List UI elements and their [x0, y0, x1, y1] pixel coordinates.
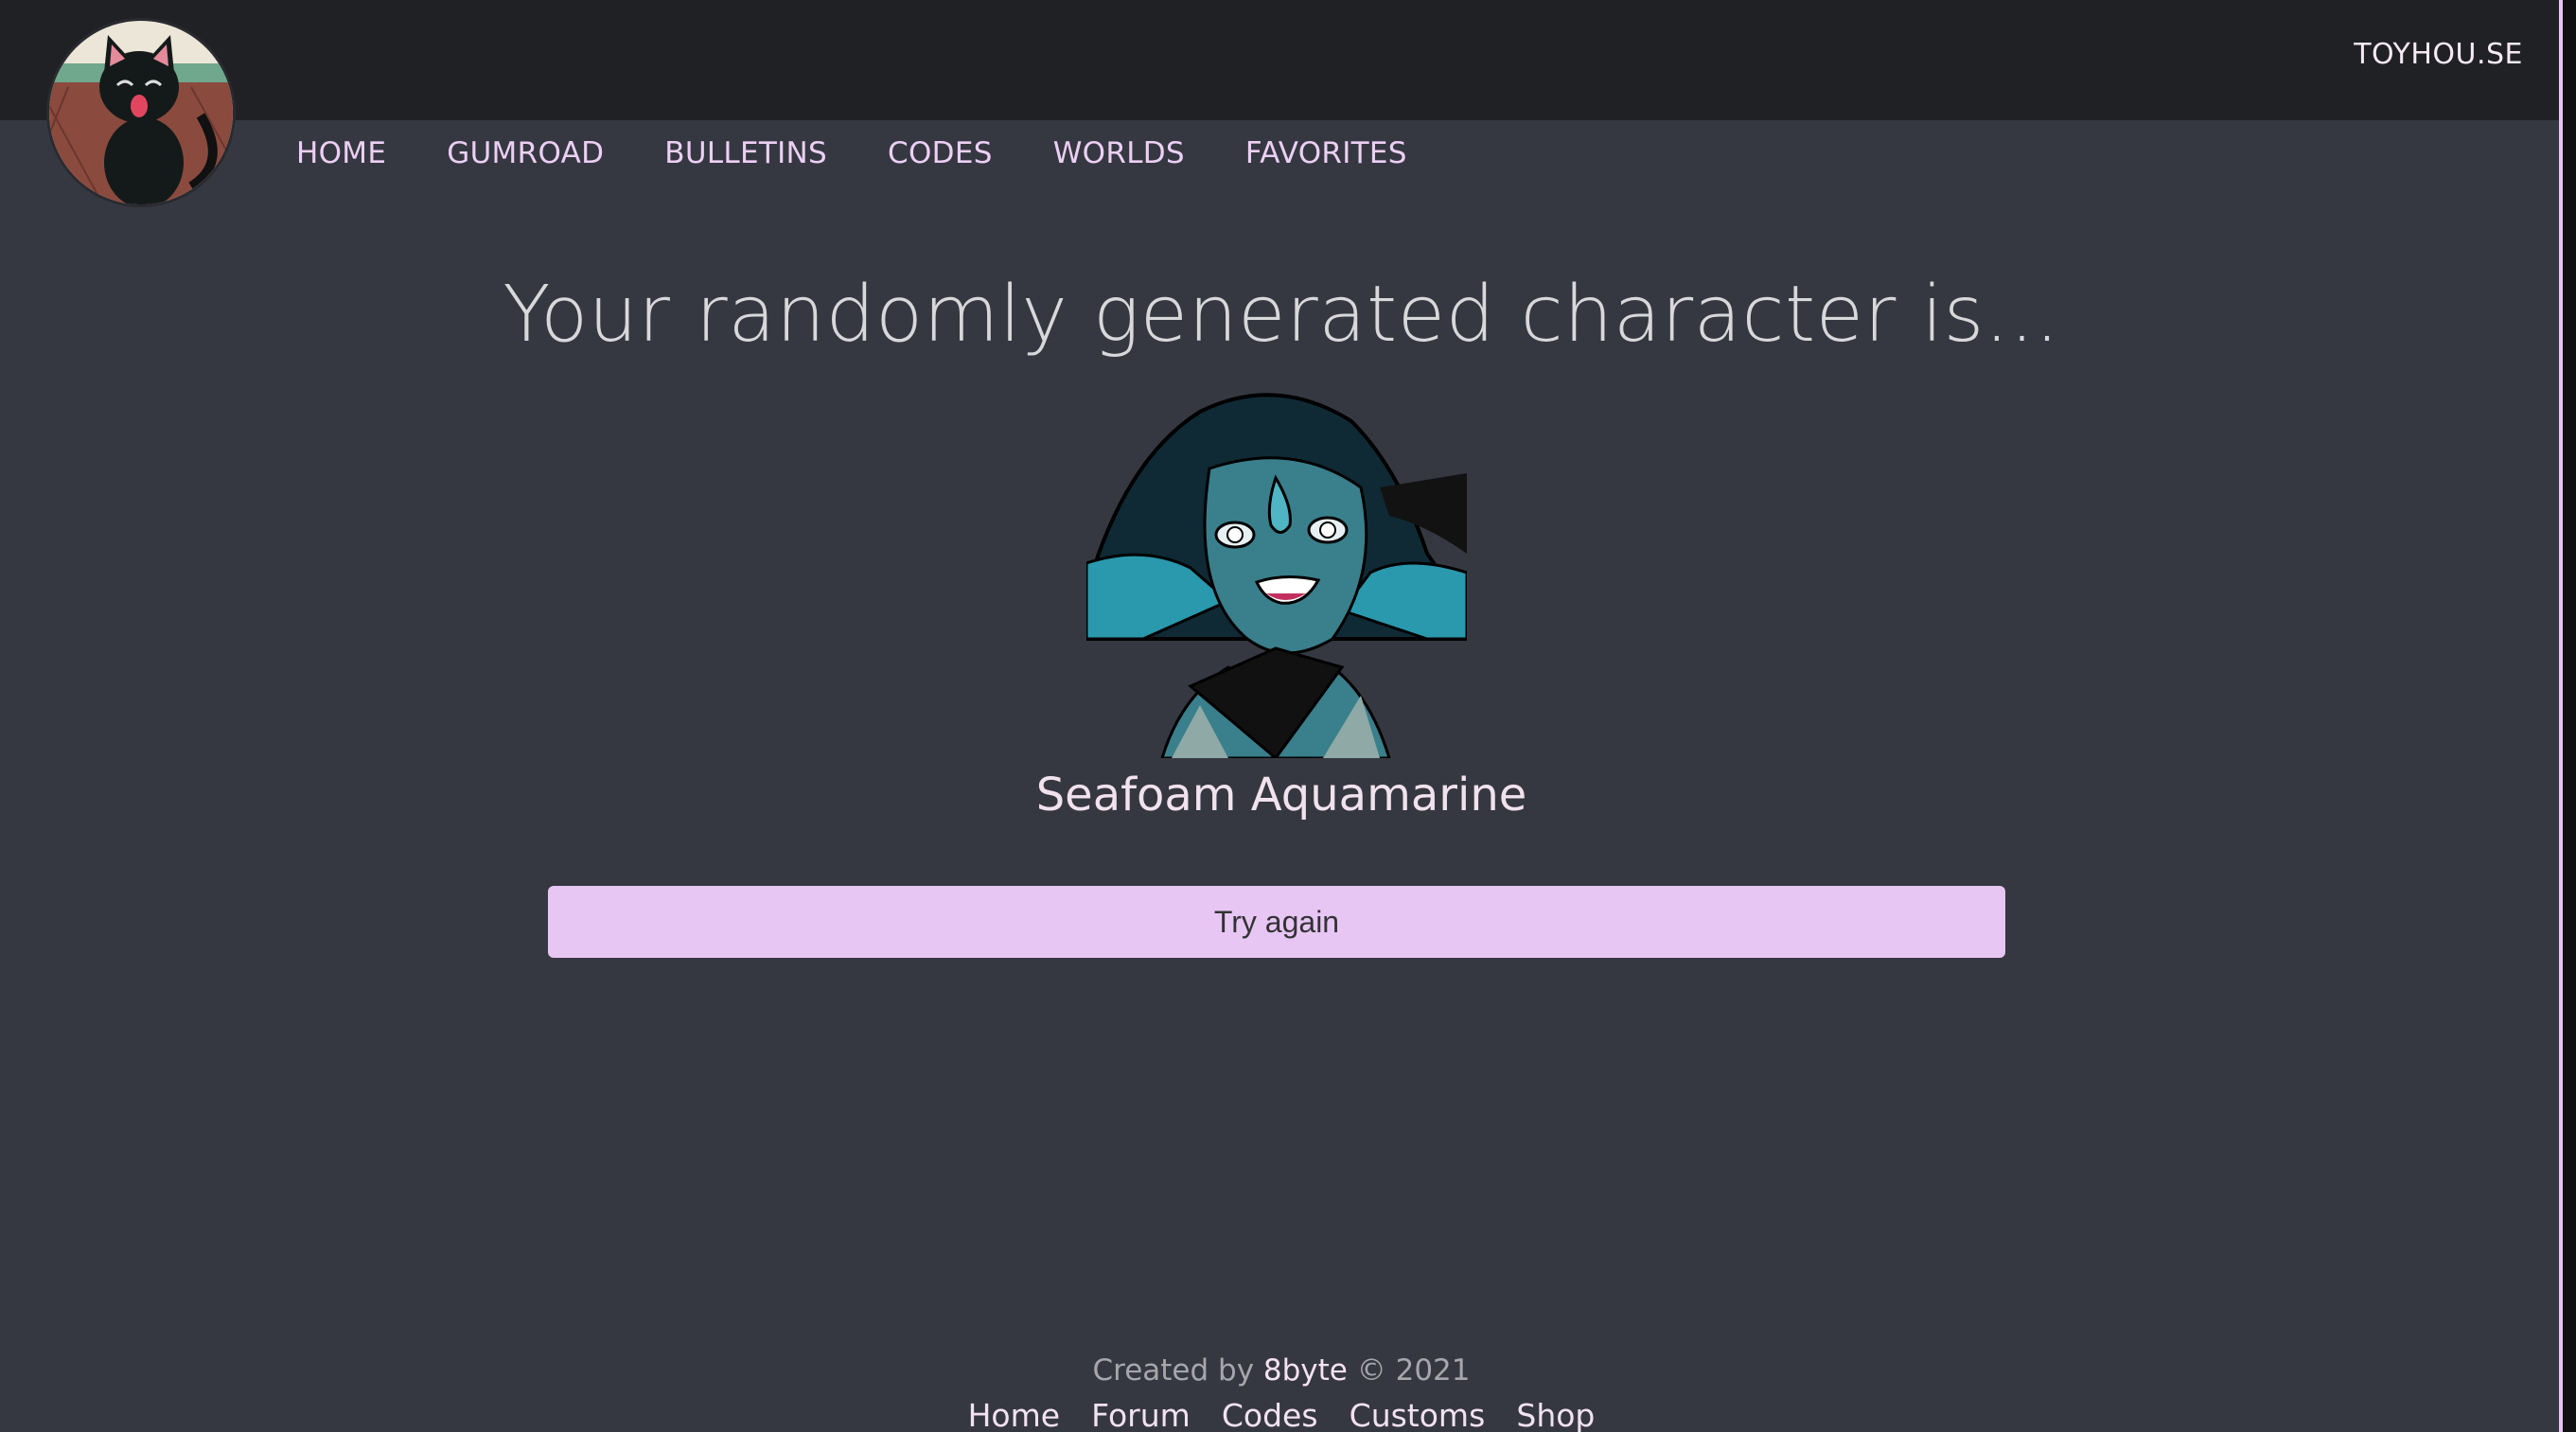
- nav-item-gumroad[interactable]: GUMROAD: [447, 136, 604, 170]
- footer-link-codes[interactable]: Codes: [1222, 1397, 1318, 1432]
- page: TOYHOU.SE HOME GUMROAD BULLETINS CODES W…: [0, 0, 2576, 1432]
- toyhouse-link[interactable]: TOYHOU.SE: [2354, 38, 2523, 71]
- footer-link-customs[interactable]: Customs: [1350, 1397, 1486, 1432]
- cat-avatar-icon: [49, 21, 233, 204]
- footer-links: Home Forum Codes Customs Shop: [0, 1397, 2563, 1432]
- main-nav: HOME GUMROAD BULLETINS CODES WORLDS FAVO…: [296, 136, 1468, 170]
- nav-item-codes[interactable]: CODES: [888, 136, 993, 170]
- avatar[interactable]: [46, 18, 236, 207]
- scrollbar[interactable]: [2563, 0, 2576, 1432]
- footer-copyright: © 2021: [1356, 1353, 1471, 1388]
- footer-link-home[interactable]: Home: [968, 1397, 1060, 1432]
- nav-item-favorites[interactable]: FAVORITES: [1245, 136, 1407, 170]
- footer-link-shop[interactable]: Shop: [1516, 1397, 1595, 1432]
- nav-item-bulletins[interactable]: BULLETINS: [664, 136, 827, 170]
- footer-link-forum[interactable]: Forum: [1091, 1397, 1191, 1432]
- character-image[interactable]: [1086, 383, 1467, 758]
- top-bar: TOYHOU.SE: [0, 0, 2563, 120]
- try-again-button[interactable]: Try again: [548, 886, 2005, 958]
- character-name: Seafoam Aquamarine: [1035, 769, 1527, 822]
- footer-author-link[interactable]: 8byte: [1263, 1353, 1348, 1388]
- nav-item-worlds[interactable]: WORLDS: [1053, 136, 1185, 170]
- nav-item-home[interactable]: HOME: [296, 136, 386, 170]
- footer-credit: Created by 8byte © 2021: [0, 1353, 2563, 1388]
- footer-created-by: Created by: [1092, 1353, 1255, 1388]
- page-title: Your randomly generated character is...: [503, 270, 2060, 360]
- character-portrait-icon: [1086, 383, 1467, 758]
